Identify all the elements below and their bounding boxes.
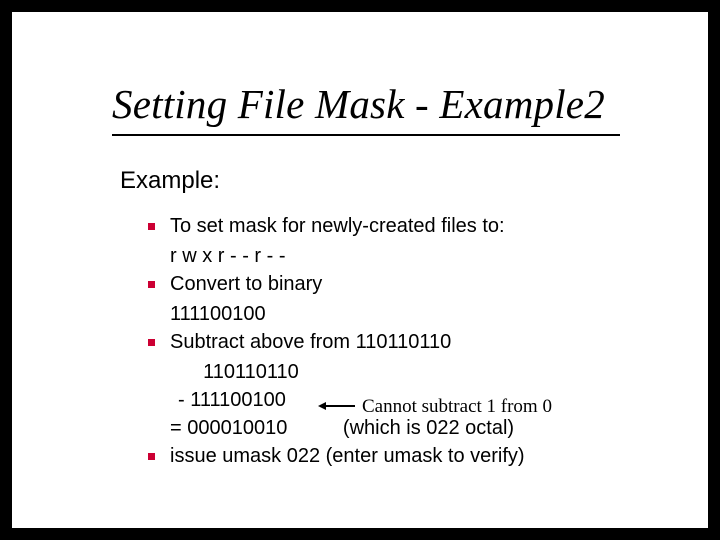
bullet-icon bbox=[148, 453, 155, 460]
item-text: To set mask for newly-created files to: bbox=[170, 215, 505, 237]
item-sub: 111100100 bbox=[148, 300, 668, 328]
list-item: To set mask for newly-created files to: bbox=[148, 212, 668, 240]
bullet-icon bbox=[148, 223, 155, 230]
list-item: Convert to binary bbox=[148, 270, 668, 298]
list-item: issue umask 022 (enter umask to verify) bbox=[148, 442, 668, 470]
item-text: Convert to binary bbox=[170, 273, 322, 295]
bullet-icon bbox=[148, 281, 155, 288]
item-sub: r w x r - - r - - bbox=[148, 242, 668, 270]
slide: Setting File Mask - Example2 Example: To… bbox=[12, 12, 708, 528]
item-text: issue umask 022 (enter umask to verify) bbox=[170, 445, 525, 467]
list-item: Subtract above from 110110110 bbox=[148, 328, 668, 356]
item-text: Subtract above from 110110110 bbox=[170, 331, 451, 353]
title-underline bbox=[112, 134, 620, 136]
example-heading: Example: bbox=[120, 167, 220, 195]
result-line: = 000010010 (which is 022 octal) bbox=[148, 414, 668, 442]
slide-title: Setting File Mask - Example2 bbox=[112, 80, 605, 128]
arrow-left-icon bbox=[318, 402, 326, 410]
arrow-line bbox=[325, 405, 355, 407]
calc-line: 110110110 bbox=[148, 358, 668, 386]
bullet-list: To set mask for newly-created files to: … bbox=[148, 212, 668, 472]
annotation-text: Cannot subtract 1 from 0 bbox=[362, 396, 552, 418]
bullet-icon bbox=[148, 339, 155, 346]
